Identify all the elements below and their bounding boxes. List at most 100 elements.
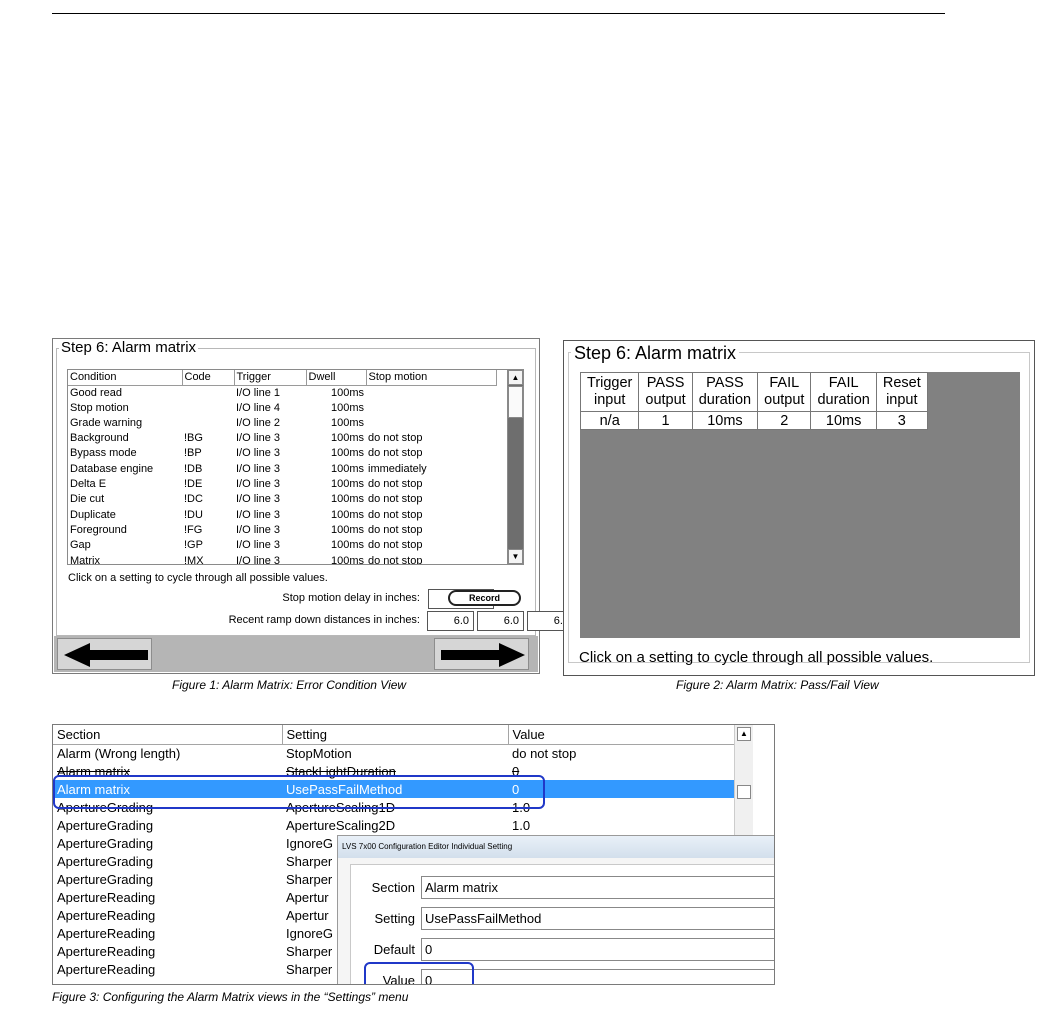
cell-dwell[interactable]: 100ms [306, 492, 366, 507]
cell-section[interactable]: ApertureGrading [53, 816, 282, 834]
cell-stop-motion[interactable]: immediately [366, 462, 496, 477]
cell-condition[interactable]: Background [68, 431, 182, 446]
cell-value[interactable]: 1.0 [508, 816, 734, 834]
table-row[interactable]: Gap !GP I/O line 3 100ms do not stop [68, 538, 496, 553]
cell-trigger[interactable]: I/O line 3 [234, 554, 306, 564]
table-row[interactable]: Die cut !DC I/O line 3 100ms do not stop [68, 492, 496, 507]
column-header-code[interactable]: Code [182, 370, 235, 386]
cell-trigger[interactable]: I/O line 3 [234, 477, 306, 492]
table-row[interactable]: Alarm (Wrong length) StopMotion do not sto… [53, 744, 734, 762]
ramp-value-2[interactable]: 6.0 [477, 611, 524, 631]
cell-section[interactable]: ApertureReading [53, 942, 282, 960]
cell-stop-motion[interactable]: do not stop [366, 477, 496, 492]
cell-section[interactable]: ApertureReading [53, 906, 282, 924]
cell-condition[interactable]: Database engine [68, 462, 182, 477]
back-button[interactable] [57, 638, 152, 670]
pass-fail-value-cell[interactable]: 1 [638, 411, 693, 430]
column-header-dwell[interactable]: Dwell [306, 370, 367, 386]
cell-section[interactable]: ApertureReading [53, 960, 282, 978]
record-button[interactable]: Record [448, 590, 521, 606]
scroll-up-arrow-icon[interactable]: ▲ [508, 370, 523, 385]
cell-stop-motion[interactable]: do not stop [366, 492, 496, 507]
cell-code[interactable] [182, 385, 234, 400]
scroll-thumb[interactable] [737, 785, 751, 799]
cell-section[interactable]: ApertureReading [53, 888, 282, 906]
cell-code[interactable]: !BP [182, 446, 234, 461]
table-row[interactable]: Bypass mode !BP I/O line 3 100ms do not stop [68, 446, 496, 461]
cell-condition[interactable]: Die cut [68, 492, 182, 507]
cell-dwell[interactable]: 100ms [306, 416, 366, 431]
cell-dwell[interactable]: 100ms [306, 508, 366, 523]
table-row[interactable]: Grade warning I/O line 2 100ms [68, 416, 496, 431]
cell-dwell[interactable]: 100ms [306, 385, 366, 400]
column-header-stop-motion[interactable]: Stop motion [366, 370, 497, 386]
cell-dwell[interactable]: 100ms [306, 538, 366, 553]
pass-fail-value-cell[interactable]: n/a [579, 411, 640, 430]
cell-section[interactable]: ApertureGrading [53, 870, 282, 888]
cell-stop-motion[interactable] [366, 385, 496, 400]
cell-code[interactable]: !FG [182, 523, 234, 538]
cell-code[interactable]: !GP [182, 538, 234, 553]
cell-trigger[interactable]: I/O line 3 [234, 508, 306, 523]
cell-section[interactable]: Alarm (Wrong length) [53, 744, 282, 762]
cell-code[interactable]: !DC [182, 492, 234, 507]
cell-dwell[interactable]: 100ms [306, 554, 366, 564]
cell-section[interactable]: ApertureGrading [53, 834, 282, 852]
setting-field[interactable]: UsePassFailMethod [421, 907, 774, 930]
cell-stop-motion[interactable]: do not stop [366, 523, 496, 538]
column-header-trigger[interactable]: Trigger [234, 370, 307, 386]
cell-condition[interactable]: Grade warning [68, 416, 182, 431]
cell-setting[interactable]: ApertureScaling2D [282, 816, 508, 834]
table-row[interactable]: Database engine !DB I/O line 3 100ms immedia… [68, 462, 496, 477]
table-row[interactable]: Stop motion I/O line 4 100ms [68, 401, 496, 416]
cell-trigger[interactable]: I/O line 3 [234, 431, 306, 446]
cell-code[interactable] [182, 401, 234, 416]
cell-code[interactable]: !MX [182, 554, 234, 564]
cell-condition[interactable]: Good read [68, 385, 182, 400]
cell-section[interactable]: ApertureGrading [53, 852, 282, 870]
cell-stop-motion[interactable] [366, 416, 496, 431]
section-field[interactable]: Alarm matrix [421, 876, 774, 899]
cell-value[interactable]: do not stop [508, 744, 734, 762]
ramp-value-1[interactable]: 6.0 [427, 611, 474, 631]
cell-dwell[interactable]: 100ms [306, 446, 366, 461]
table-row[interactable]: Matrix !MX I/O line 3 100ms do not stop [68, 554, 496, 564]
cell-stop-motion[interactable]: do not stop [366, 446, 496, 461]
cell-dwell[interactable]: 100ms [306, 523, 366, 538]
pass-fail-value-cell[interactable]: 3 [875, 411, 928, 430]
condition-list-scrollbar[interactable]: ▲ ▼ [507, 370, 523, 564]
cell-dwell[interactable]: 100ms [306, 401, 366, 416]
cell-trigger[interactable]: I/O line 3 [234, 538, 306, 553]
cell-code[interactable] [182, 416, 234, 431]
table-row[interactable]: ApertureGrading ApertureScaling2D 1.0 [53, 816, 734, 834]
cell-condition[interactable]: Matrix [68, 554, 182, 564]
cell-stop-motion[interactable]: do not stop [366, 508, 496, 523]
pass-fail-value-cell[interactable]: 10ms [810, 411, 877, 430]
cell-condition[interactable]: Bypass mode [68, 446, 182, 461]
scroll-up-arrow-icon[interactable]: ▲ [737, 727, 751, 741]
cell-condition[interactable]: Stop motion [68, 401, 182, 416]
column-header-section[interactable]: Section [53, 725, 283, 745]
column-header-value[interactable]: Value [508, 725, 735, 745]
cell-dwell[interactable]: 100ms [306, 462, 366, 477]
cell-code[interactable]: !DU [182, 508, 234, 523]
table-row[interactable]: Good read I/O line 1 100ms [68, 385, 496, 400]
cell-stop-motion[interactable]: do not stop [366, 554, 496, 564]
cell-setting[interactable]: StopMotion [282, 744, 508, 762]
pass-fail-value-cell[interactable]: 2 [757, 411, 812, 430]
cell-section[interactable]: ApertureReading [53, 924, 282, 942]
cell-condition[interactable]: Delta E [68, 477, 182, 492]
table-row[interactable]: Duplicate !DU I/O line 3 100ms do not stop [68, 508, 496, 523]
condition-list[interactable]: Condition Code Trigger Dwell Stop motion… [67, 369, 524, 565]
cell-trigger[interactable]: I/O line 3 [234, 492, 306, 507]
pass-fail-value-cell[interactable]: 10ms [691, 411, 759, 430]
column-header-setting[interactable]: Setting [282, 725, 509, 745]
table-row[interactable]: Background !BG I/O line 3 100ms do not stop [68, 431, 496, 446]
cell-trigger[interactable]: I/O line 3 [234, 446, 306, 461]
default-field[interactable]: 0 [421, 938, 774, 961]
next-button[interactable] [434, 638, 529, 670]
cell-trigger[interactable]: I/O line 2 [234, 416, 306, 431]
table-row[interactable]: Foreground !FG I/O line 3 100ms do not stop [68, 523, 496, 538]
cell-code[interactable]: !BG [182, 431, 234, 446]
cell-trigger[interactable]: I/O line 1 [234, 385, 306, 400]
